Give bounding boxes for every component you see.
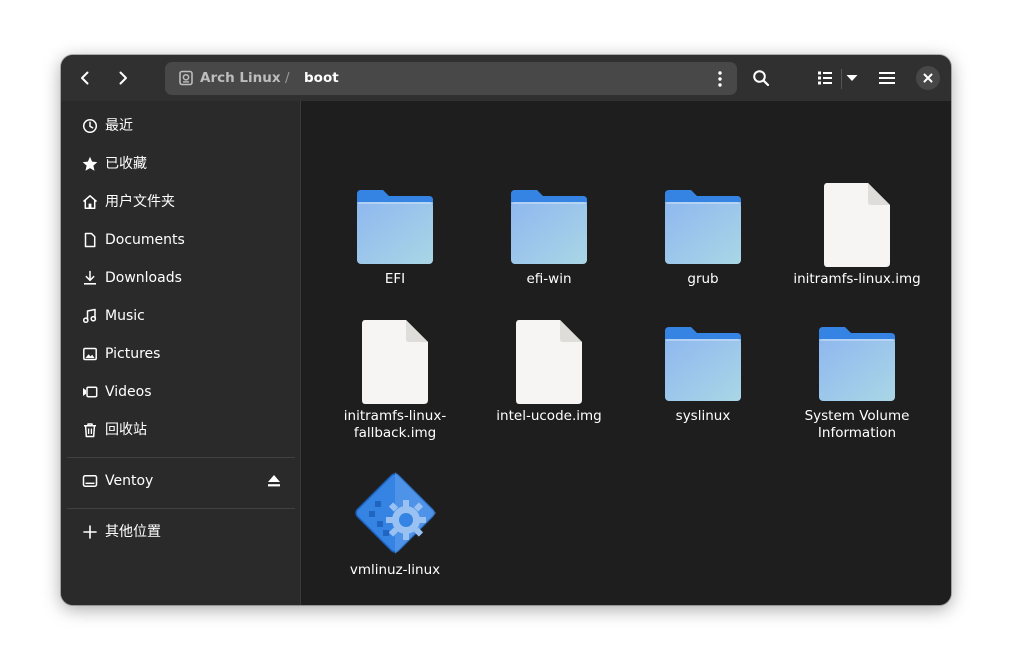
star-icon [81, 155, 99, 173]
eject-icon[interactable] [267, 473, 281, 489]
main-menu-button[interactable] [871, 62, 903, 94]
path-bar[interactable]: Arch Linux / boot [165, 62, 737, 95]
go-next-icon [119, 71, 127, 85]
folder-icon [819, 327, 895, 401]
sidebar-item-label: 其他位置 [105, 524, 161, 540]
sidebar-separator [67, 508, 295, 509]
search-button[interactable] [745, 62, 777, 94]
file-item-folder[interactable]: syslinux [628, 314, 778, 425]
path-segment-current[interactable]: boot [304, 70, 339, 87]
folder-icon [665, 327, 741, 401]
file-name-line2: fallback.img [353, 425, 437, 441]
view-options-button[interactable] [837, 62, 867, 94]
file-item-file[interactable]: initramfs-linux.img [782, 177, 932, 288]
file-name: grub [687, 271, 719, 287]
download-icon [81, 269, 99, 287]
file-manager-window: Arch Linux / boot 最近 已收藏 用户文件夹 Documents… [61, 55, 951, 605]
file-icon [362, 320, 428, 404]
path-segment-root[interactable]: Arch Linux [200, 70, 281, 87]
folder-icon [357, 190, 433, 264]
file-name: efi-win [526, 271, 572, 287]
plus-icon [81, 523, 99, 541]
chevron-down-icon [846, 75, 858, 81]
file-item-folder[interactable]: EFI [320, 177, 470, 288]
drive-icon [179, 70, 193, 86]
sidebar-item-label: 最近 [105, 118, 133, 134]
file-icon [824, 183, 890, 267]
file-grid: EFI efi-win grub initramfs-linux.img ini… [302, 101, 951, 605]
back-button[interactable] [69, 62, 101, 94]
file-name: initramfs-linux.img [793, 271, 921, 287]
sidebar-item-label: Ventoy [105, 473, 154, 489]
sidebar-item-starred[interactable]: 已收藏 [69, 147, 293, 181]
folder-icon [511, 190, 587, 264]
close-button[interactable] [916, 66, 940, 90]
sidebar-separator [67, 457, 295, 458]
sidebar-item-label: Downloads [105, 270, 182, 286]
document-icon [81, 231, 99, 249]
file-item-executable[interactable]: vmlinuz-linux [320, 468, 470, 579]
file-name: intel-ucode.img [496, 408, 602, 424]
file-name-line1: System Volume [804, 408, 910, 424]
sidebar-item-recent[interactable]: 最近 [69, 109, 293, 143]
clock-icon [81, 117, 99, 135]
video-icon [81, 383, 99, 401]
forward-button[interactable] [107, 62, 139, 94]
sidebar-item-other-locations[interactable]: 其他位置 [69, 515, 293, 549]
more-options-icon[interactable] [713, 70, 727, 88]
trash-icon [81, 421, 99, 439]
sidebar-item-label: Documents [105, 232, 185, 248]
file-name: EFI [384, 271, 406, 287]
sidebar-item-label: 已收藏 [105, 156, 147, 172]
drive-icon [81, 472, 99, 490]
sidebar-item-videos[interactable]: Videos [69, 375, 293, 409]
sidebar-item-downloads[interactable]: Downloads [69, 261, 293, 295]
sidebar-item-home[interactable]: 用户文件夹 [69, 185, 293, 219]
picture-icon [81, 345, 99, 363]
sidebar-item-label: Videos [105, 384, 152, 400]
sidebar-item-trash[interactable]: 回收站 [69, 413, 293, 447]
sidebar-item-music[interactable]: Music [69, 299, 293, 333]
file-icon [516, 320, 582, 404]
file-name: vmlinuz-linux [349, 562, 441, 578]
close-icon [923, 73, 933, 83]
file-name-line2: Information [817, 425, 897, 441]
hamburger-menu-icon [879, 72, 895, 84]
file-item-file[interactable]: initramfs-linux- fallback.img [320, 314, 470, 442]
file-item-folder[interactable]: grub [628, 177, 778, 288]
view-list-icon [818, 71, 832, 85]
home-icon [81, 193, 99, 211]
sidebar-item-label: 用户文件夹 [105, 194, 175, 210]
sidebar-item-label: Pictures [105, 346, 161, 362]
file-item-folder[interactable]: efi-win [474, 177, 624, 288]
sidebar-item-ventoy[interactable]: Ventoy [69, 464, 293, 498]
sidebar-item-pictures[interactable]: Pictures [69, 337, 293, 371]
folder-icon [665, 190, 741, 264]
go-previous-icon [81, 71, 89, 85]
file-item-file[interactable]: intel-ucode.img [474, 314, 624, 425]
sidebar-item-label: Music [105, 308, 145, 324]
header-bar: Arch Linux / boot [61, 55, 951, 101]
file-item-folder[interactable]: System Volume Information [782, 314, 932, 442]
file-name-line1: initramfs-linux- [343, 408, 447, 424]
sidebar-item-label: 回收站 [105, 422, 147, 438]
path-separator: / [285, 70, 290, 86]
executable-gear-icon [355, 472, 436, 554]
sidebar: 最近 已收藏 用户文件夹 Documents Downloads Music P… [61, 101, 301, 605]
file-name: syslinux [675, 408, 731, 424]
sidebar-item-documents[interactable]: Documents [69, 223, 293, 257]
music-icon [81, 307, 99, 325]
search-icon [753, 70, 770, 87]
